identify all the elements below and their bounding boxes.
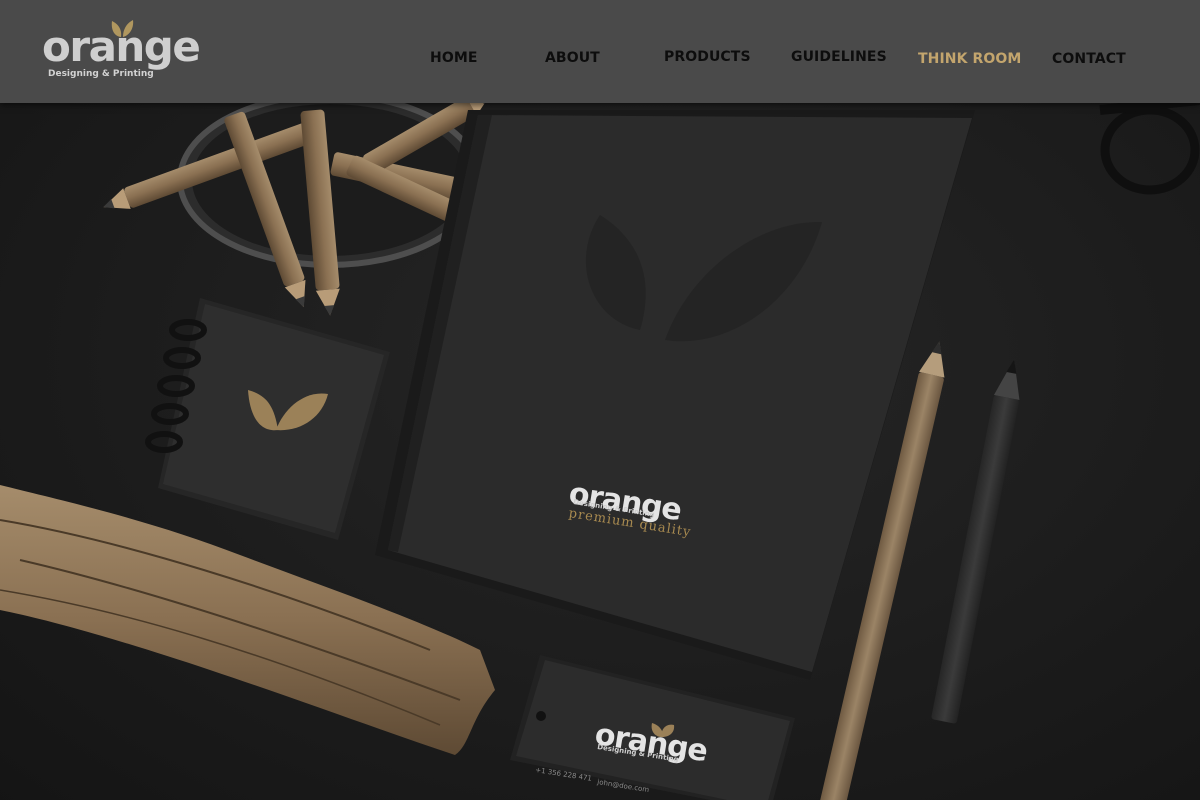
nav-products[interactable]: PRODUCTS [664,46,751,68]
hero-stationery-mockup: orange Designing & Printing premium qual… [0,0,1200,800]
nav-home[interactable]: HOME [430,47,478,69]
brand-tagline: Designing & Printing [48,69,154,79]
nav-guidelines[interactable]: GUIDELINES [791,46,887,68]
hero-illustration [0,0,1200,800]
site-header: orange Designing & Printing HOME ABOUT P… [0,0,1200,103]
nav-about[interactable]: ABOUT [545,47,600,69]
nav-contact[interactable]: CONTACT [1052,48,1126,70]
brand-logo[interactable]: orange Designing & Printing [42,18,212,84]
nav-think-room[interactable]: THINK ROOM [918,48,1021,70]
brand-name: orange [42,22,201,71]
